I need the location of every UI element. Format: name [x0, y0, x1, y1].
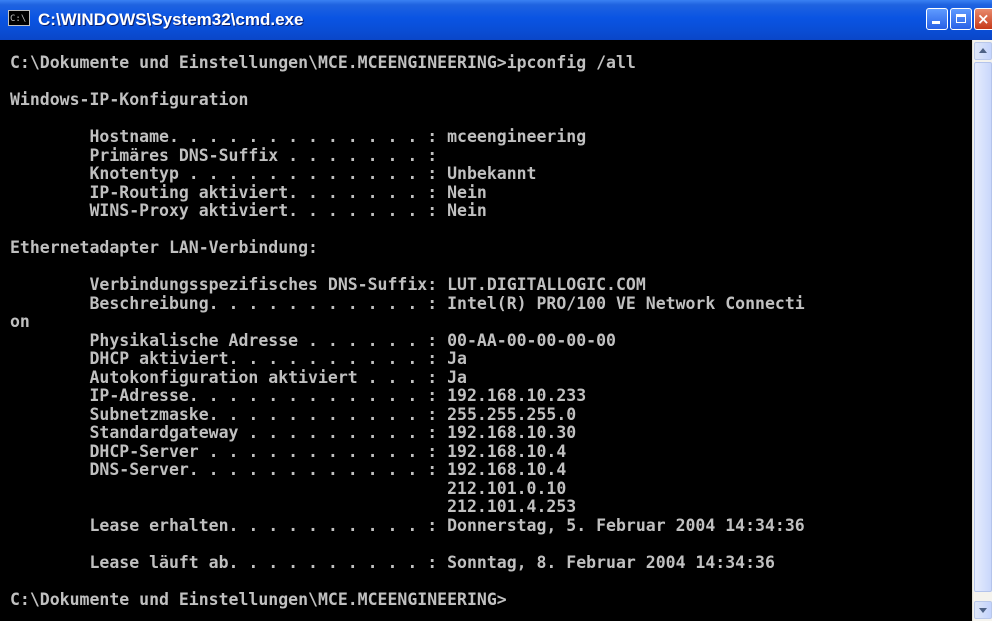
- console-area[interactable]: C:\Dokumente und Einstellungen\MCE.MCEEN…: [0, 40, 972, 621]
- scroll-up-button[interactable]: [974, 42, 992, 60]
- minimize-button[interactable]: [926, 8, 948, 30]
- cmd-window: C:\ C:\WINDOWS\System32\cmd.exe × C:\Dok…: [0, 0, 992, 621]
- scrollbar-thumb[interactable]: [974, 62, 992, 592]
- minimize-icon: [932, 21, 940, 24]
- close-button[interactable]: ×: [974, 8, 992, 30]
- vertical-scrollbar[interactable]: [972, 40, 992, 621]
- console-output: C:\Dokumente und Einstellungen\MCE.MCEEN…: [10, 53, 805, 609]
- cmd-app-icon[interactable]: C:\: [8, 10, 30, 26]
- arrow-up-icon: [979, 48, 987, 53]
- maximize-button[interactable]: [950, 8, 972, 30]
- window-title: C:\WINDOWS\System32\cmd.exe: [38, 10, 304, 29]
- title-bar[interactable]: C:\ C:\WINDOWS\System32\cmd.exe ×: [0, 0, 992, 40]
- scroll-down-button[interactable]: [974, 601, 992, 619]
- maximize-icon: [956, 14, 966, 23]
- close-icon: ×: [977, 10, 990, 28]
- arrow-down-icon: [979, 608, 987, 613]
